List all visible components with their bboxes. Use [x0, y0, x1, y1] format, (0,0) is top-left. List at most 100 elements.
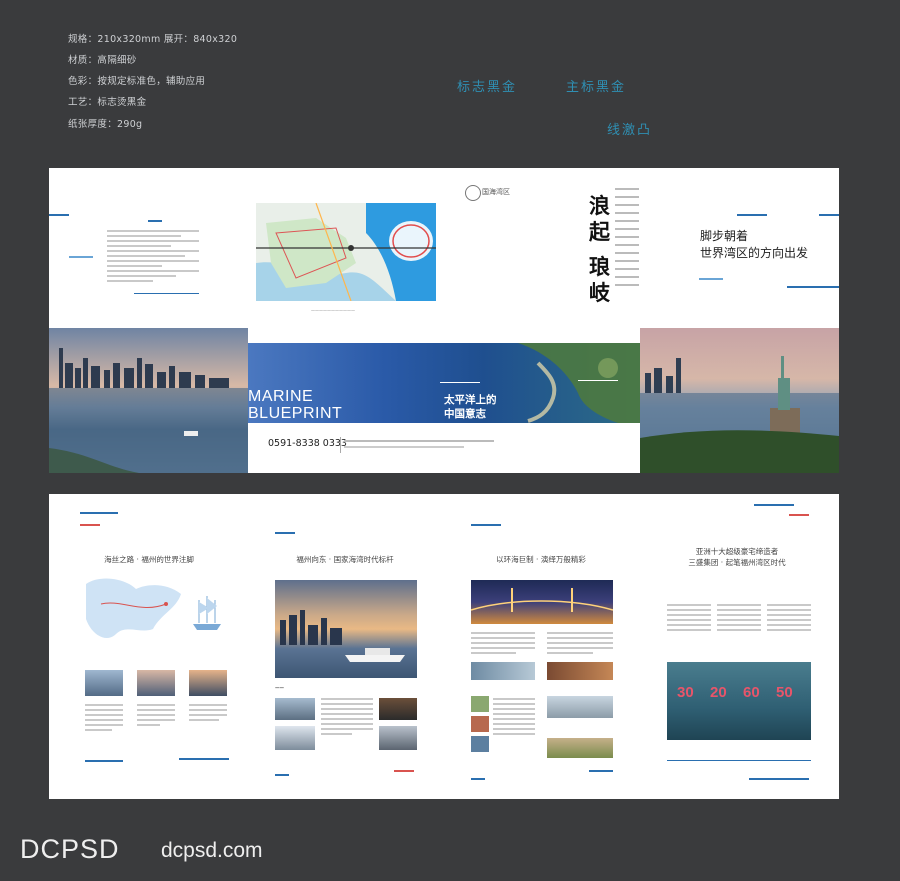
accent-line	[749, 778, 809, 780]
spec-size: 规格：210x320mm 展开：840x320	[68, 34, 238, 45]
slogan-line-1: 脚步朝着	[700, 229, 749, 243]
accent-line	[394, 770, 414, 772]
map-graphic	[256, 202, 436, 302]
cover-footer-text	[344, 440, 494, 448]
stat-value: 60	[743, 684, 760, 701]
divider	[340, 437, 341, 453]
accent-line	[589, 770, 613, 772]
accent-line	[275, 774, 289, 776]
photo-thumbnail	[471, 716, 489, 732]
photo-thumbnail	[547, 662, 613, 680]
logo-icon	[465, 185, 481, 201]
bridge-graphic	[471, 588, 613, 612]
photo-thumbnail	[471, 736, 489, 752]
accent-line	[80, 524, 100, 526]
accent-line	[275, 532, 295, 534]
cover-phone: 0591-8338 0333	[268, 438, 347, 449]
photo-thumbnail	[547, 738, 613, 758]
photo-thumbnail	[471, 662, 535, 680]
harbor-graphic	[280, 610, 405, 662]
accent-line	[49, 214, 69, 216]
body-text-block	[189, 704, 227, 724]
accent-line	[737, 214, 767, 216]
body-text-block	[547, 632, 613, 657]
bridge-night-photo	[471, 580, 613, 624]
vertical-title-2: 琅岐	[589, 255, 610, 305]
body-text-block	[137, 704, 175, 729]
body-text-block	[667, 604, 711, 634]
body-text-block	[85, 704, 123, 734]
cover-title-en-1: MARINE	[248, 388, 314, 405]
spec-material: 材质：高隔细砂	[68, 55, 137, 66]
logo-text: 国海湾区	[482, 188, 510, 196]
accent-line	[789, 514, 809, 516]
panel3-title: 以环海巨制 · 演绎万般精彩	[496, 555, 586, 564]
accent-line	[80, 512, 118, 514]
cover-title-en: MARINE BLUEPRINT	[248, 388, 342, 422]
spec-color: 色彩：按规定标准色，辅助应用	[68, 76, 206, 87]
photo-thumbnail	[471, 696, 489, 712]
body-text-block	[717, 604, 761, 634]
panel2-title: 福州向东 · 国家海湾时代标杆	[296, 555, 394, 564]
slogan: 脚步朝着 世界湾区的方向出发	[700, 228, 808, 262]
ship-graphic	[193, 596, 221, 630]
cover-title-cn-1: 太平洋上的	[444, 394, 497, 406]
location-map	[256, 202, 436, 302]
statue-of-liberty-photo	[640, 328, 839, 473]
accent-line	[667, 760, 811, 761]
stat-value: 50	[776, 684, 793, 701]
inner-spread: 海丝之路 · 福州的世界注脚 福州向东 · 国家海湾时代标杆 —— 以环海巨制 …	[49, 494, 839, 799]
world-map-illustration	[81, 574, 187, 650]
brand-logo: DCPSD	[20, 834, 120, 864]
accent-line	[754, 504, 794, 506]
accent-line	[471, 778, 485, 780]
accent-line	[471, 524, 501, 526]
cover-title-cn-2: 中国意志	[444, 408, 486, 420]
photo-thumbnail	[189, 670, 227, 696]
outer-spread: ——————————— 国海湾区 浪起 琅岐 脚步朝着 世界湾区的方向出发 MA…	[49, 168, 839, 473]
body-text-block	[767, 604, 811, 634]
body-text-block	[107, 230, 199, 285]
accent-line	[819, 214, 839, 216]
panel4-title: 亚洲十大超级豪宅缔造者 三盛集团 · 起笔福州湾区时代	[667, 546, 807, 568]
vertical-title-1: 浪起	[589, 194, 610, 244]
skyline-graphic	[49, 348, 248, 473]
stat-value: 30	[677, 684, 694, 701]
photo-thumbnail	[379, 698, 417, 720]
cover-panel: MARINE BLUEPRINT 太平洋上的 中国意志 0591-8338 03…	[248, 343, 640, 473]
brand-url: dcpsd.com	[161, 839, 263, 862]
accent-line	[85, 760, 123, 762]
sailing-ship-illustration	[189, 594, 225, 634]
city-skyline-photo	[49, 328, 248, 473]
accent-line	[578, 380, 618, 381]
accent-line	[69, 256, 93, 258]
body-text-block	[493, 698, 535, 738]
accent-line	[179, 758, 229, 760]
slogan-line-2: 世界湾区的方向出发	[700, 246, 809, 260]
map-caption: ———————————	[311, 308, 355, 313]
accent-line	[699, 278, 723, 280]
world-map-graphic	[86, 578, 181, 639]
stat-value: 20	[710, 684, 727, 701]
panel1-title: 海丝之路 · 福州的世界注脚	[104, 555, 194, 564]
cover-title-en-2: BLUEPRINT	[248, 405, 343, 422]
panel2-caption: ——	[275, 686, 284, 691]
annotation-logo-foil: 标志黑金	[457, 80, 518, 95]
photo-thumbnail	[275, 726, 315, 750]
photo-thumbnail	[137, 670, 175, 696]
body-text-block	[321, 698, 373, 738]
hong-kong-harbor-photo	[275, 580, 417, 678]
photo-thumbnail	[379, 726, 417, 750]
photo-thumbnail	[547, 696, 613, 718]
photo-thumbnail	[275, 698, 315, 720]
accent-line	[440, 382, 480, 383]
body-text-block	[471, 632, 535, 657]
cover-title-cn: 太平洋上的 中国意志	[444, 393, 497, 421]
photo-thumbnail	[85, 670, 123, 696]
stripe-lines	[615, 188, 639, 286]
panel4-title-2: 三盛集团 · 起笔福州湾区时代	[688, 558, 786, 567]
panel4-title-1: 亚洲十大超级豪宅缔造者	[695, 547, 779, 556]
accent-line	[134, 293, 199, 294]
annotation-line-emboss: 线激凸	[607, 123, 653, 138]
accent-line	[787, 286, 839, 288]
